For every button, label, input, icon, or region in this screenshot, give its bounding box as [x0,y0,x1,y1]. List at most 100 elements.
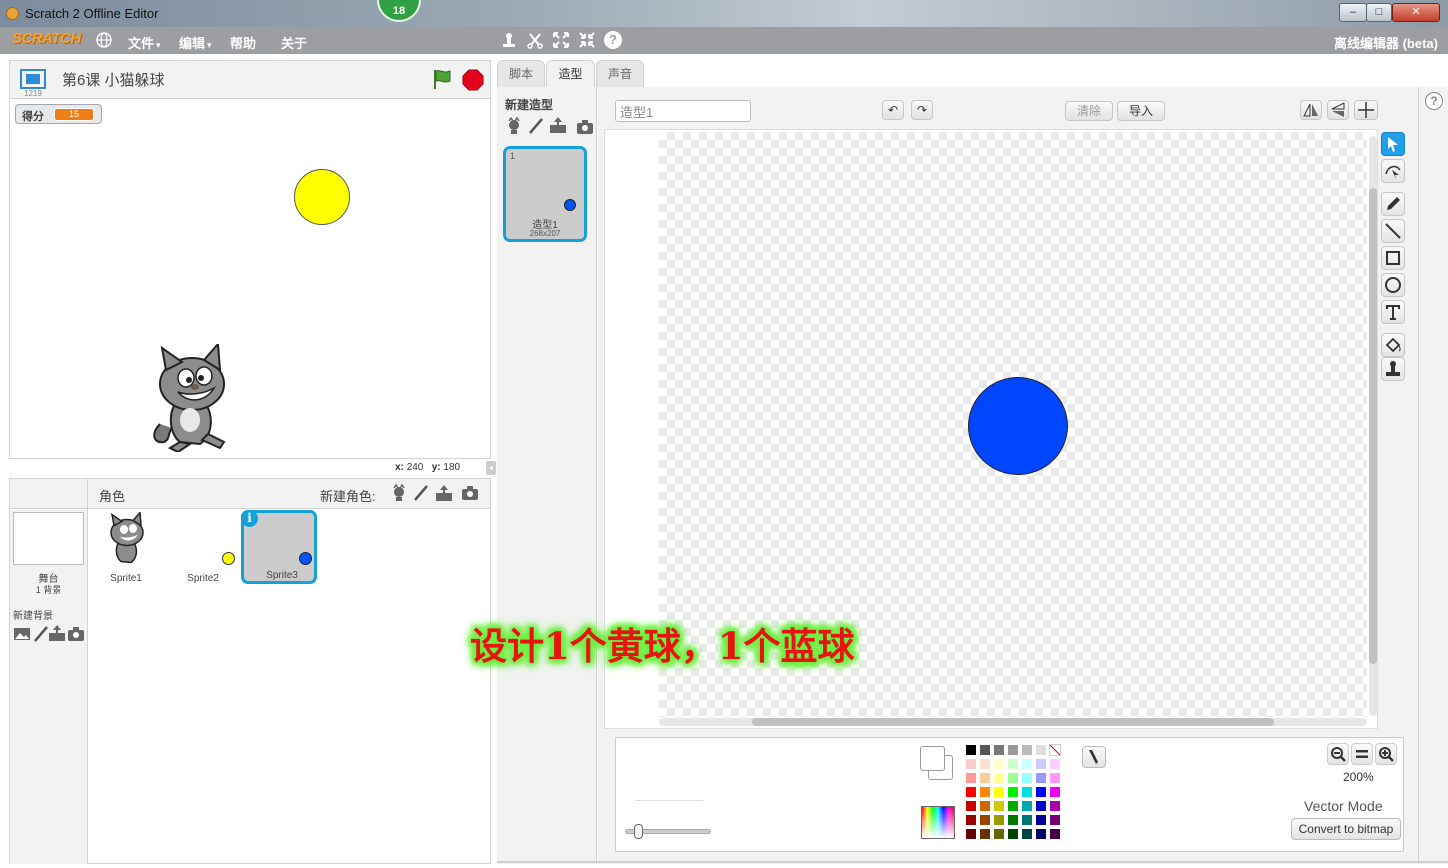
costume-camera-icon[interactable] [576,118,594,136]
sprite-info-icon[interactable]: i [241,510,258,527]
zoom-out-button[interactable] [1327,743,1349,765]
color-swatch[interactable] [965,758,977,770]
sprite-thumbnail[interactable]: Sprite1 [88,510,164,584]
upload-backdrop-icon[interactable] [48,624,66,642]
color-swatch[interactable] [1021,772,1033,784]
color-swatch[interactable] [1035,758,1047,770]
color-swatch[interactable] [979,814,991,826]
green-flag-icon[interactable] [431,68,453,90]
slider-thumb[interactable] [634,824,643,839]
costume-name-input[interactable] [615,100,751,122]
flip-horizontal-button[interactable] [1300,100,1322,120]
color-swatch[interactable] [979,828,991,840]
flip-vertical-button[interactable] [1327,100,1349,120]
color-swatch[interactable] [1021,744,1033,756]
menu-edit[interactable]: 编辑 ▾ [179,33,212,52]
minimize-button[interactable]: – [1339,3,1367,22]
cat-sprite[interactable] [140,344,240,452]
color-swatch[interactable] [979,758,991,770]
maximize-button[interactable]: □ [1366,3,1392,22]
undo-button[interactable]: ↶ [882,100,904,120]
rectangle-tool[interactable] [1381,246,1405,270]
fill-tool[interactable] [1381,333,1405,357]
color-swatch[interactable] [1035,786,1047,798]
color-swatch[interactable] [993,744,1005,756]
zoom-reset-button[interactable] [1351,743,1373,765]
color-swatch[interactable] [1021,758,1033,770]
color-swatch[interactable] [993,828,1005,840]
pencil-tool[interactable] [1381,192,1405,216]
camera-icon[interactable] [461,484,479,502]
stage-thumbnail[interactable] [13,512,84,565]
convert-to-bitmap-button[interactable]: Convert to bitmap [1291,818,1401,840]
color-swatch[interactable] [965,828,977,840]
blue-ball-shape[interactable] [968,377,1068,475]
brush-size-slider[interactable] [625,824,711,839]
costume-library-icon[interactable] [505,117,523,135]
block-help-icon[interactable]: ? [604,31,622,49]
color-swatch[interactable] [1007,828,1019,840]
yellow-ball-sprite[interactable] [294,169,350,225]
color-swatch[interactable] [993,786,1005,798]
ellipse-tool[interactable] [1381,273,1405,297]
color-swatch[interactable] [1049,828,1061,840]
language-globe-icon[interactable] [95,31,113,49]
color-swatch[interactable] [965,772,977,784]
eyedropper-button[interactable] [1082,746,1106,768]
reshape-tool[interactable] [1381,159,1405,183]
project-title[interactable]: 第6课 小猫躲球 [62,69,165,90]
clear-button[interactable]: 清除 [1065,101,1113,121]
tab-sounds[interactable]: 声音 [596,60,644,87]
color-swatch[interactable] [1035,814,1047,826]
grow-icon[interactable] [552,31,570,49]
tab-scripts[interactable]: 脚本 [497,60,545,87]
backdrop-camera-icon[interactable] [67,625,85,643]
stop-sign-icon[interactable] [462,69,484,91]
paint-new-costume-icon[interactable] [527,117,545,135]
scrollbar-thumb[interactable] [752,718,1274,726]
color-swatch[interactable] [1049,800,1061,812]
variable-monitor[interactable]: 得分 15 [15,104,102,124]
color-swatch[interactable] [1049,772,1061,784]
menu-help[interactable]: 帮助 [230,33,256,52]
duplicate-tool[interactable] [1381,357,1405,381]
costume-thumbnail-selected[interactable]: 1 造型1 268x207 [503,146,587,242]
notification-badge[interactable]: 18 [377,0,421,22]
color-swatch[interactable] [1007,744,1019,756]
stage-collapse-button[interactable]: ◂ [486,461,496,475]
color-swatch[interactable] [1007,758,1019,770]
color-swatch[interactable] [1007,772,1019,784]
color-swatch[interactable] [1049,758,1061,770]
sprite-thumbnail[interactable]: Sprite2 [165,510,241,584]
choose-sprite-library-icon[interactable] [390,484,408,502]
line-tool[interactable] [1381,219,1405,243]
paint-new-sprite-icon[interactable] [412,484,430,502]
upload-costume-icon[interactable] [549,116,567,134]
color-swatch[interactable] [1049,814,1061,826]
upload-sprite-icon[interactable] [435,484,453,502]
horizontal-scrollbar[interactable] [659,718,1367,726]
delete-scissors-icon[interactable] [526,31,544,49]
text-tool[interactable] [1381,300,1405,324]
color-swatch[interactable] [1035,828,1047,840]
color-swatch[interactable] [979,772,991,784]
presentation-mode-icon[interactable] [20,69,46,89]
sprite-thumbnail-selected[interactable]: i Sprite3 [241,510,317,584]
menu-about[interactable]: 关于 [281,33,307,52]
color-swatch[interactable] [993,758,1005,770]
color-swatch[interactable] [1007,800,1019,812]
redo-button[interactable]: ↷ [911,100,933,120]
set-costume-center-button[interactable] [1354,100,1378,120]
duplicate-stamp-icon[interactable] [500,31,518,49]
shrink-icon[interactable] [578,31,596,49]
select-tool[interactable] [1381,132,1405,156]
color-swatch[interactable] [1021,800,1033,812]
color-spectrum-picker[interactable] [921,806,955,839]
color-swatch[interactable] [965,814,977,826]
transparent-swatch[interactable] [1049,744,1061,756]
import-button[interactable]: 导入 [1117,101,1165,121]
stage[interactable]: 得分 15 [9,98,491,459]
color-swatch[interactable] [1035,772,1047,784]
scrollbar-thumb[interactable] [1369,188,1377,664]
color-swatch[interactable] [1021,814,1033,826]
